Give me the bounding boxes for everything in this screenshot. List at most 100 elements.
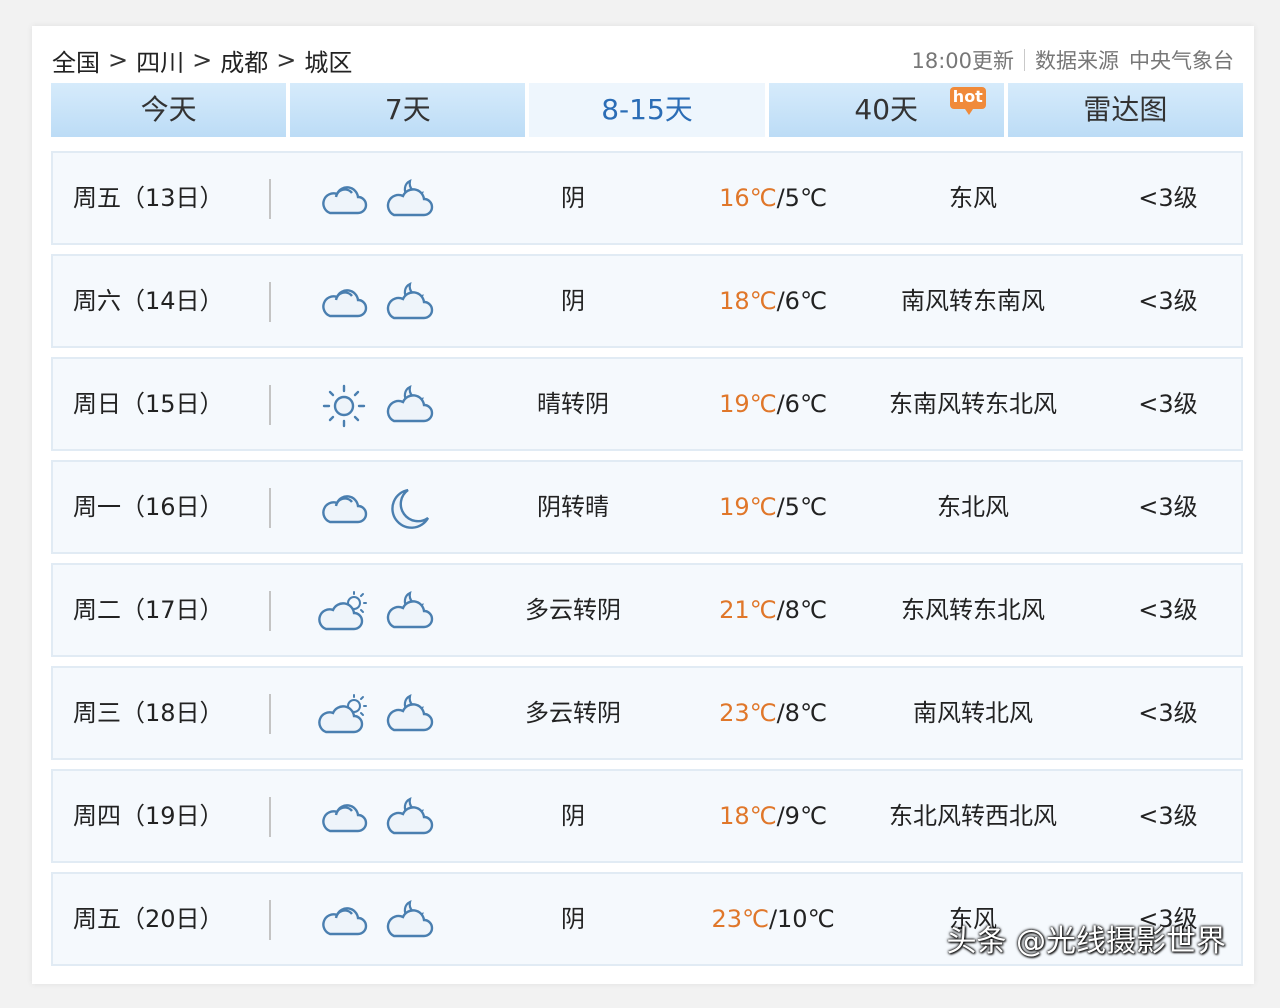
cloudy-night-icon xyxy=(384,692,436,738)
weather-description: 阴 xyxy=(561,905,585,933)
cloudy-icon xyxy=(318,486,370,532)
low-temp: /5℃ xyxy=(776,493,827,521)
cloudy-icon xyxy=(318,898,370,944)
high-temp: 23℃ xyxy=(719,699,777,727)
cloudy-icon xyxy=(318,795,370,841)
forecast-row: 周五（13日） 阴 16℃/5℃ 东风 <3级 xyxy=(51,151,1243,245)
weather-icons xyxy=(318,383,438,429)
tab-40-days-label: 40天 xyxy=(854,93,919,126)
breadcrumb-separator: > xyxy=(276,46,297,74)
breadcrumb-item-province[interactable]: 四川 xyxy=(136,43,184,78)
divider xyxy=(269,488,271,528)
weather-icons xyxy=(318,486,438,532)
cloudy-night-icon xyxy=(384,177,436,223)
top-bar: 全国 > 四川 > 成都 > 城区 18:00更新 数据来源 中央气象台 xyxy=(52,40,1234,80)
wind-direction: 东北风转西北风 xyxy=(889,802,1057,830)
day-date: 周五（13日） xyxy=(73,184,224,212)
cloudy-night-icon xyxy=(384,280,436,326)
forecast-tabs: 今天 7天 8-15天 40天 hot 雷达图 xyxy=(51,83,1244,137)
day-date: 周一（16日） xyxy=(73,493,224,521)
high-temp: 16℃ xyxy=(719,184,777,212)
weather-description: 阴 xyxy=(561,287,585,315)
cloudy-night-icon xyxy=(384,383,436,429)
high-temp: 23℃ xyxy=(711,905,769,933)
tab-8-15-days[interactable]: 8-15天 xyxy=(529,83,765,137)
forecast-row: 周日（15日） 晴转阴 19℃/6℃ 东南风转东北风 <3级 xyxy=(51,357,1243,451)
weather-description: 多云转阴 xyxy=(525,699,621,727)
wind-level: <3级 xyxy=(1138,184,1198,212)
day-date: 周二（17日） xyxy=(73,596,224,624)
temperature-range: 23℃/8℃ xyxy=(693,668,853,758)
cloudy-icon xyxy=(318,280,370,326)
cloudy-night-icon xyxy=(384,898,436,944)
low-temp: /5℃ xyxy=(776,184,827,212)
forecast-row: 周六（14日） 阴 18℃/6℃ 南风转东南风 <3级 xyxy=(51,254,1243,348)
wind-level: <3级 xyxy=(1138,699,1198,727)
tab-7-days[interactable]: 7天 xyxy=(290,83,526,137)
breadcrumb-separator: > xyxy=(192,46,213,74)
forecast-row: 周四（19日） 阴 18℃/9℃ 东北风转西北风 <3级 xyxy=(51,769,1243,863)
low-temp: /9℃ xyxy=(776,802,827,830)
weather-card: 全国 > 四川 > 成都 > 城区 18:00更新 数据来源 中央气象台 今天 … xyxy=(32,26,1254,984)
weather-icons xyxy=(318,589,438,635)
source-name: 中央气象台 xyxy=(1129,49,1234,73)
cloudy-icon xyxy=(318,177,370,223)
update-time: 18:00更新 xyxy=(911,49,1014,73)
wind-level: <3级 xyxy=(1138,493,1198,521)
temperature-range: 21℃/8℃ xyxy=(693,565,853,655)
temperature-range: 16℃/5℃ xyxy=(693,153,853,243)
divider xyxy=(269,282,271,322)
high-temp: 19℃ xyxy=(719,390,777,418)
tab-today[interactable]: 今天 xyxy=(51,83,287,137)
high-temp: 21℃ xyxy=(719,596,777,624)
weather-description: 阴转晴 xyxy=(537,493,609,521)
weather-icons xyxy=(318,795,438,841)
wind-level: <3级 xyxy=(1138,802,1198,830)
source-label: 数据来源 xyxy=(1035,49,1119,73)
breadcrumb-item-country[interactable]: 全国 xyxy=(52,43,100,78)
low-temp: /6℃ xyxy=(776,390,827,418)
day-date: 周六（14日） xyxy=(73,287,224,315)
forecast-row: 周一（16日） 阴转晴 19℃/5℃ 东北风 <3级 xyxy=(51,460,1243,554)
wind-direction: 南风转东南风 xyxy=(901,287,1045,315)
weather-description: 多云转阴 xyxy=(525,596,621,624)
weather-icons xyxy=(318,280,438,326)
wind-level: <3级 xyxy=(1138,287,1198,315)
sunny-icon xyxy=(318,383,370,429)
weather-icons xyxy=(318,692,438,738)
breadcrumb-item-district[interactable]: 城区 xyxy=(304,43,352,78)
divider xyxy=(269,591,271,631)
breadcrumb: 全国 > 四川 > 成都 > 城区 xyxy=(52,43,352,78)
cloudy-night-icon xyxy=(384,589,436,635)
forecast-row: 周三（18日） 多云转阴 23℃/8℃ 南风转北风 <3级 xyxy=(51,666,1243,760)
partly-cloudy-icon xyxy=(318,589,370,635)
low-temp: /8℃ xyxy=(776,596,827,624)
forecast-row: 周二（17日） 多云转阴 21℃/8℃ 东风转东北风 <3级 xyxy=(51,563,1243,657)
divider xyxy=(269,385,271,425)
wind-level: <3级 xyxy=(1138,390,1198,418)
temperature-range: 18℃/9℃ xyxy=(693,771,853,861)
day-date: 周日（15日） xyxy=(73,390,224,418)
low-temp: /8℃ xyxy=(776,699,827,727)
high-temp: 19℃ xyxy=(719,493,777,521)
weather-description: 阴 xyxy=(561,184,585,212)
wind-direction: 东风转东北风 xyxy=(901,596,1045,624)
wind-level: <3级 xyxy=(1138,596,1198,624)
partly-cloudy-icon xyxy=(318,692,370,738)
weather-icons xyxy=(318,177,438,223)
forecast-list: 周五（13日） 阴 16℃/5℃ 东风 <3级 周六（14日） 阴 18℃/6℃… xyxy=(51,151,1243,975)
divider xyxy=(269,900,271,940)
wind-direction: 东南风转东北风 xyxy=(889,390,1057,418)
divider xyxy=(1024,49,1025,71)
low-temp: /6℃ xyxy=(776,287,827,315)
weather-description: 晴转阴 xyxy=(537,390,609,418)
high-temp: 18℃ xyxy=(719,287,777,315)
day-date: 周四（19日） xyxy=(73,802,224,830)
divider xyxy=(269,694,271,734)
tab-radar[interactable]: 雷达图 xyxy=(1007,83,1244,137)
tab-40-days[interactable]: 40天 hot xyxy=(768,83,1004,137)
breadcrumb-item-city[interactable]: 成都 xyxy=(220,43,268,78)
wind-direction: 南风转北风 xyxy=(913,699,1033,727)
weather-icons xyxy=(318,898,438,944)
hot-badge: hot xyxy=(949,87,986,115)
